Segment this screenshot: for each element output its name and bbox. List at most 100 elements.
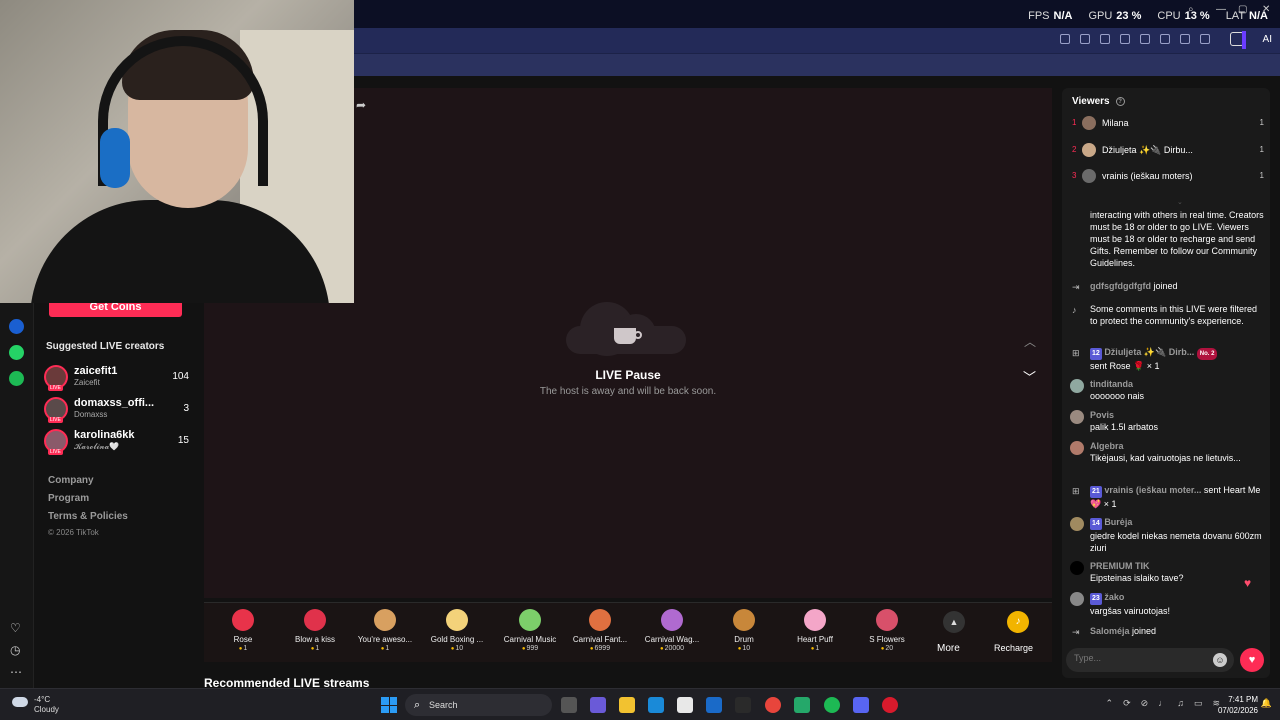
viewer-row[interactable]: 1 Milana 1 <box>1070 115 1264 133</box>
viewer-row[interactable]: 3 vrainis (ieškau moters) 1 <box>1070 168 1264 186</box>
footer-link-program[interactable]: Program <box>48 493 89 504</box>
chevron-up-icon[interactable]: ︿ <box>1024 333 1036 350</box>
share-icon[interactable]: ➦ <box>356 98 366 112</box>
browser-toolbar: AI <box>354 28 1280 54</box>
copilot-icon[interactable] <box>590 697 606 713</box>
shield-icon[interactable] <box>1100 34 1110 44</box>
heart-outline-icon[interactable]: ♡ <box>10 621 21 635</box>
download-icon[interactable] <box>1160 34 1170 44</box>
close-icon[interactable]: ✕ <box>1262 4 1270 15</box>
more-gifts-button[interactable]: More <box>937 643 960 654</box>
creator-name: domaxss_offi... <box>74 397 154 409</box>
spotify-icon[interactable] <box>824 697 840 713</box>
left-rail: ♡ ◷ ⋯ <box>0 303 34 688</box>
system-tray: ⌃ ⟳ ⊘ ♩ ♫ ▭ ≋ <box>1106 698 1220 709</box>
floating-heart-icon: ♥ <box>1244 576 1252 590</box>
spotify-icon[interactable] <box>9 371 24 386</box>
gift-cost: 6999 <box>567 645 633 652</box>
camera-icon[interactable] <box>1080 34 1090 44</box>
creator-item[interactable]: LIVE zaicefit1 Zaicefit 104 <box>44 365 189 395</box>
gift-item[interactable]: Carnival Fant... 6999 <box>567 609 633 652</box>
avatar <box>1070 379 1084 393</box>
creator-item[interactable]: LIVE karolina6kk 𝓚𝓪𝓻𝓸𝓵𝓲𝓷𝓪🤍 15 <box>44 429 189 459</box>
cat-icon <box>374 609 396 631</box>
display-icon[interactable]: ▭ <box>1194 698 1203 709</box>
discord-icon[interactable] <box>853 697 869 713</box>
gift-item[interactable]: Rose 1 <box>210 609 276 652</box>
profile-icon[interactable] <box>1200 34 1210 44</box>
live-badge: LIVE <box>48 417 63 423</box>
chevron-up-icon[interactable]: ⌃ <box>1106 698 1114 709</box>
gift-name: Carnival Wag... <box>644 635 700 644</box>
menu-icon[interactable] <box>1180 34 1190 44</box>
taskbar-search[interactable]: Search <box>405 694 552 716</box>
gift-cost: 1 <box>782 645 848 652</box>
mail-icon[interactable] <box>706 697 722 713</box>
gift-cost: 10 <box>711 645 777 652</box>
search-icon[interactable]: ⌕ <box>1188 4 1194 15</box>
chrome-icon[interactable] <box>765 697 781 713</box>
avatar <box>1082 143 1096 157</box>
gift-item[interactable]: Heart Puff 1 <box>782 609 848 652</box>
viewers-title: Viewers? <box>1072 96 1125 107</box>
mic-icon[interactable]: ♩ <box>1158 698 1167 709</box>
gift-item[interactable]: You're aweso... 1 <box>352 609 418 652</box>
gift-item[interactable]: Carnival Wag... 20000 <box>639 609 705 652</box>
file-explorer-icon[interactable] <box>619 697 635 713</box>
recharge-button[interactable]: Recharge <box>994 643 1033 653</box>
gift-item[interactable]: Carnival Music 999 <box>497 609 563 652</box>
maximize-icon[interactable]: ▢ <box>1238 4 1247 15</box>
heart-icon[interactable] <box>1140 34 1150 44</box>
footer-link-terms[interactable]: Terms & Policies <box>48 511 128 522</box>
notification-icon[interactable]: 🔔 <box>1261 698 1272 709</box>
volume-icon[interactable]: ♫ <box>1177 698 1184 709</box>
task-view-icon[interactable] <box>561 697 577 713</box>
gift-cost: 999 <box>497 645 563 652</box>
gift-item[interactable]: Gold Boxing ... 10 <box>424 609 490 652</box>
network-icon[interactable]: ⊘ <box>1141 698 1149 709</box>
chat-input-box[interactable] <box>1066 648 1234 672</box>
viewer-count: 15 <box>177 435 189 446</box>
gift-cost: 20000 <box>639 645 705 652</box>
clock-icon[interactable]: ◷ <box>10 643 20 657</box>
app-icon[interactable] <box>794 697 810 713</box>
minimize-icon[interactable]: — <box>1216 4 1226 15</box>
edge-icon[interactable] <box>648 697 664 713</box>
whatsapp-icon[interactable] <box>9 345 24 360</box>
gift-name: Heart Puff <box>797 635 833 644</box>
store-icon[interactable] <box>677 697 693 713</box>
windows-start-icon[interactable] <box>381 697 397 713</box>
weather-widget[interactable]: -4°C Cloudy <box>12 695 59 715</box>
play-icon[interactable] <box>1120 34 1130 44</box>
like-heart-button[interactable]: ♥ <box>1240 648 1264 672</box>
more-icon[interactable]: ⋯ <box>10 665 22 679</box>
sync-icon[interactable]: ⟳ <box>1123 698 1131 709</box>
ai-button[interactable]: AI <box>1263 34 1272 45</box>
steam-icon[interactable] <box>735 697 751 713</box>
join-icon: ⇥ <box>1072 282 1080 292</box>
chevron-down-icon[interactable]: ﹀ <box>1023 367 1036 386</box>
gift-item[interactable]: Drum 10 <box>711 609 777 652</box>
chat-input[interactable] <box>1074 653 1204 663</box>
chat-message: ⇥ gdfsgfdgdfgfd joined <box>1072 281 1178 292</box>
viewer-rank: 2 <box>1072 145 1077 154</box>
edit-icon[interactable] <box>1060 34 1070 44</box>
coin-icon[interactable]: ♪ <box>1007 611 1029 633</box>
info-icon[interactable]: ? <box>1115 96 1125 106</box>
gift-item[interactable]: Blow a kiss 1 <box>282 609 348 652</box>
opera-gx-icon[interactable] <box>882 697 898 713</box>
footer-link-company[interactable]: Company <box>48 475 94 486</box>
avatar <box>1070 517 1084 531</box>
sidebar: Get Coins Suggested LIVE creators LIVE z… <box>34 297 204 688</box>
chevron-up-icon[interactable]: ▲ <box>943 611 965 633</box>
gift-item[interactable]: S Flowers 20 <box>854 609 920 652</box>
emoji-icon[interactable]: ☺ <box>1213 653 1227 667</box>
live-pause-title: LIVE Pause <box>595 368 661 382</box>
gift-icon: ⊞ <box>1072 486 1080 496</box>
messenger-icon[interactable] <box>9 319 24 334</box>
chat-message: Povis palik 1.5l arbatos <box>1070 409 1266 433</box>
viewer-row[interactable]: 2 Džiuljeta ✨🔌 Dirbu... 1 <box>1070 142 1264 160</box>
clock[interactable]: 7:41 PM 07/02/2026 <box>1218 694 1258 716</box>
creator-item[interactable]: LIVE domaxss_offi... Domaxss 3 <box>44 397 189 427</box>
webcam-overlay <box>0 0 354 303</box>
